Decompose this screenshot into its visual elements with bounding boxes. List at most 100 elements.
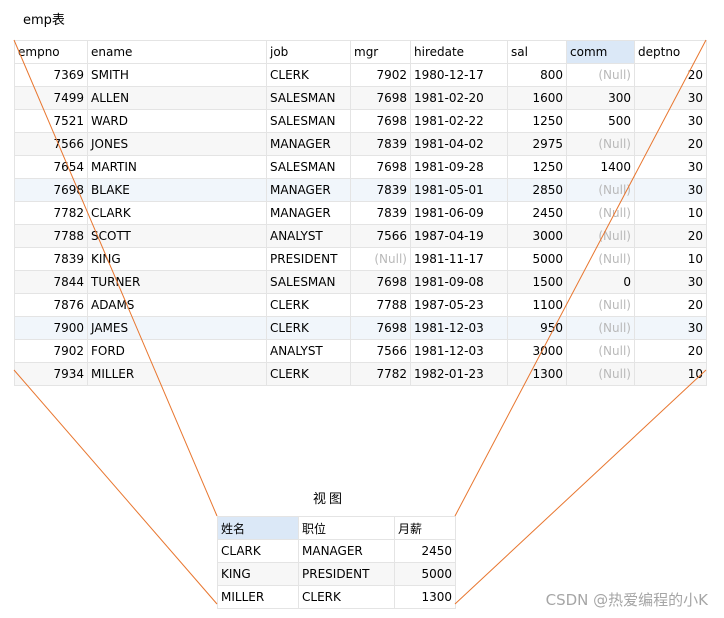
cell-sal[interactable]: 5000 [507,247,567,271]
cell-empno[interactable]: 7499 [14,86,88,110]
cell-hiredate[interactable]: 1987-05-23 [410,293,508,317]
table-row[interactable]: 7902 FORD ANALYST 7566 1981-12-03 3000 (Null) 2… [14,339,707,363]
cell-deptno[interactable]: 30 [634,178,707,202]
view-column-header-1[interactable]: 职位 [298,516,395,540]
cell-deptno[interactable]: 30 [634,155,707,179]
table-row[interactable]: 7654 MARTIN SALESMAN 7698 1981-09-28 1250 1400… [14,155,707,179]
cell-comm[interactable]: (Null) [566,132,635,156]
cell-ename[interactable]: SMITH [87,63,267,87]
view-cell[interactable]: MANAGER [298,539,395,563]
table-row[interactable]: 7782 CLARK MANAGER 7839 1981-06-09 2450 (Null)… [14,201,707,225]
table-row[interactable]: 7499 ALLEN SALESMAN 7698 1981-02-20 1600 300 30 [14,86,707,110]
cell-comm[interactable]: (Null) [566,178,635,202]
column-header-comm[interactable]: comm [566,40,635,64]
cell-mgr[interactable]: 7566 [350,339,411,363]
cell-empno[interactable]: 7369 [14,63,88,87]
cell-job[interactable]: MANAGER [266,178,351,202]
column-header-sal[interactable]: sal [507,40,567,64]
cell-empno[interactable]: 7839 [14,247,88,271]
column-header-ename[interactable]: ename [87,40,267,64]
cell-job[interactable]: SALESMAN [266,155,351,179]
cell-hiredate[interactable]: 1980-12-17 [410,63,508,87]
table-row[interactable]: 7900 JAMES CLERK 7698 1981-12-03 950 (Null) 30 [14,316,707,340]
cell-hiredate[interactable]: 1981-12-03 [410,316,508,340]
cell-hiredate[interactable]: 1982-01-23 [410,362,508,386]
cell-ename[interactable]: ALLEN [87,86,267,110]
cell-comm[interactable]: (Null) [566,362,635,386]
cell-mgr[interactable]: 7839 [350,201,411,225]
cell-comm[interactable]: 500 [566,109,635,133]
cell-sal[interactable]: 2450 [507,201,567,225]
cell-deptno[interactable]: 20 [634,339,707,363]
view-cell[interactable]: PRESIDENT [298,562,395,586]
cell-hiredate[interactable]: 1981-11-17 [410,247,508,271]
view-row[interactable]: CLARK MANAGER 2450 [217,539,456,563]
cell-job[interactable]: SALESMAN [266,86,351,110]
cell-comm[interactable]: 300 [566,86,635,110]
cell-mgr[interactable]: 7698 [350,155,411,179]
cell-ename[interactable]: TURNER [87,270,267,294]
cell-hiredate[interactable]: 1987-04-19 [410,224,508,248]
cell-deptno[interactable]: 20 [634,293,707,317]
cell-empno[interactable]: 7782 [14,201,88,225]
cell-job[interactable]: PRESIDENT [266,247,351,271]
cell-sal[interactable]: 950 [507,316,567,340]
cell-deptno[interactable]: 30 [634,86,707,110]
cell-hiredate[interactable]: 1981-09-28 [410,155,508,179]
cell-ename[interactable]: JAMES [87,316,267,340]
cell-job[interactable]: CLERK [266,63,351,87]
view-column-header-2[interactable]: 月薪 [394,516,456,540]
table-row[interactable]: 7521 WARD SALESMAN 7698 1981-02-22 1250 500 30 [14,109,707,133]
cell-job[interactable]: SALESMAN [266,270,351,294]
cell-comm[interactable]: (Null) [566,224,635,248]
cell-deptno[interactable]: 20 [634,224,707,248]
cell-ename[interactable]: BLAKE [87,178,267,202]
cell-ename[interactable]: KING [87,247,267,271]
cell-job[interactable]: SALESMAN [266,109,351,133]
cell-deptno[interactable]: 30 [634,316,707,340]
table-row[interactable]: 7844 TURNER SALESMAN 7698 1981-09-08 1500 0 30 [14,270,707,294]
cell-sal[interactable]: 1500 [507,270,567,294]
column-header-deptno[interactable]: deptno [634,40,707,64]
cell-comm[interactable]: (Null) [566,339,635,363]
cell-deptno[interactable]: 20 [634,63,707,87]
view-cell[interactable]: CLERK [298,585,395,609]
cell-sal[interactable]: 800 [507,63,567,87]
view-cell[interactable]: KING [217,562,299,586]
view-cell[interactable]: CLARK [217,539,299,563]
cell-mgr[interactable]: 7839 [350,178,411,202]
cell-job[interactable]: CLERK [266,362,351,386]
cell-ename[interactable]: SCOTT [87,224,267,248]
cell-deptno[interactable]: 20 [634,132,707,156]
cell-mgr[interactable]: 7698 [350,270,411,294]
cell-ename[interactable]: WARD [87,109,267,133]
cell-sal[interactable]: 3000 [507,224,567,248]
cell-deptno[interactable]: 10 [634,201,707,225]
table-row[interactable]: 7369 SMITH CLERK 7902 1980-12-17 800 (Null) 20 [14,63,707,87]
cell-empno[interactable]: 7698 [14,178,88,202]
column-header-empno[interactable]: empno [14,40,88,64]
cell-mgr[interactable]: 7839 [350,132,411,156]
column-header-hiredate[interactable]: hiredate [410,40,508,64]
table-row[interactable]: 7839 KING PRESIDENT (Null) 1981-11-17 5000 (Nu… [14,247,707,271]
cell-job[interactable]: CLERK [266,316,351,340]
column-header-mgr[interactable]: mgr [350,40,411,64]
cell-job[interactable]: MANAGER [266,132,351,156]
table-row[interactable]: 7698 BLAKE MANAGER 7839 1981-05-01 2850 (Null)… [14,178,707,202]
cell-job[interactable]: ANALYST [266,339,351,363]
cell-sal[interactable]: 2850 [507,178,567,202]
cell-empno[interactable]: 7654 [14,155,88,179]
cell-ename[interactable]: CLARK [87,201,267,225]
cell-ename[interactable]: ADAMS [87,293,267,317]
view-cell[interactable]: MILLER [217,585,299,609]
cell-comm[interactable]: (Null) [566,293,635,317]
cell-hiredate[interactable]: 1981-04-02 [410,132,508,156]
cell-empno[interactable]: 7521 [14,109,88,133]
cell-job[interactable]: ANALYST [266,224,351,248]
cell-mgr[interactable]: 7698 [350,109,411,133]
cell-empno[interactable]: 7788 [14,224,88,248]
view-row[interactable]: MILLER CLERK 1300 [217,585,456,609]
table-row[interactable]: 7876 ADAMS CLERK 7788 1987-05-23 1100 (Null) 20 [14,293,707,317]
cell-ename[interactable]: JONES [87,132,267,156]
cell-ename[interactable]: MARTIN [87,155,267,179]
